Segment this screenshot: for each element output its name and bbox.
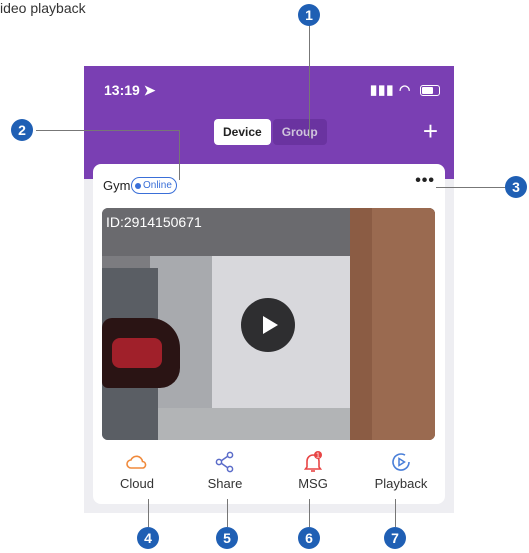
add-device-icon[interactable]: + [423, 118, 438, 144]
msg-button[interactable]: 1 MSG [269, 446, 357, 504]
cloud-button[interactable]: Cloud [93, 446, 181, 504]
status-time: 13:19 ➤ [104, 82, 156, 98]
tab-group[interactable]: Group [272, 119, 327, 145]
msg-label: MSG [298, 476, 328, 491]
callout-line-6 [309, 499, 310, 527]
tab-device[interactable]: Device [214, 119, 271, 145]
playback-label: Playback [374, 476, 428, 491]
callout-5: 5 [216, 527, 238, 549]
share-icon [215, 451, 234, 473]
action-bar: Cloud Share 1 MSG Playback [93, 446, 445, 504]
callout-line-5 [227, 499, 228, 527]
bell-icon: 1 [303, 451, 323, 472]
more-options-icon[interactable]: ••• [415, 172, 435, 190]
battery-icon [420, 85, 440, 97]
device-card: Gym Online ••• ID:2914150671 Cloud Share… [93, 164, 445, 504]
cloud-label: Cloud [120, 476, 154, 491]
status-label: Online [143, 180, 172, 191]
playback-icon [392, 453, 410, 471]
wifi-icon: ◠ [399, 82, 412, 97]
playback-button[interactable]: Playback [357, 446, 445, 504]
status-icons: ▮▮▮ ◠ [370, 82, 440, 98]
callout-1: 1 [298, 4, 320, 26]
signal-icon: ▮▮▮ [369, 82, 395, 97]
callout-4: 4 [137, 527, 159, 549]
status-badge: Online [131, 177, 177, 194]
callout-7: 7 [384, 527, 406, 549]
callout-2: 2 [11, 119, 33, 141]
callout-3: 3 [505, 176, 527, 198]
callout-line-2 [36, 130, 179, 131]
share-button[interactable]: Share [181, 446, 269, 504]
play-icon [263, 316, 278, 334]
callout-line-3 [436, 187, 510, 188]
callout-line-2v [179, 130, 180, 180]
cloud-icon [126, 455, 147, 469]
callout-line-1 [309, 20, 310, 138]
location-arrow-icon: ➤ [143, 82, 156, 98]
play-button[interactable] [241, 298, 295, 352]
caption-text: ideo playback [0, 0, 86, 16]
online-dot-icon [135, 182, 141, 189]
svg-text:1: 1 [316, 453, 320, 460]
camera-id: ID:2914150671 [106, 214, 202, 230]
video-preview[interactable]: ID:2914150671 [102, 208, 435, 440]
device-name: Gym [103, 178, 131, 193]
share-label: Share [207, 476, 243, 491]
callout-line-4 [148, 499, 149, 527]
header-bar: 13:19 ➤ ▮▮▮ ◠ Device Group + [84, 66, 454, 179]
callout-6: 6 [298, 527, 320, 549]
callout-line-7 [395, 499, 396, 527]
phone-screen: 13:19 ➤ ▮▮▮ ◠ Device Group + Gym Online … [84, 66, 454, 513]
